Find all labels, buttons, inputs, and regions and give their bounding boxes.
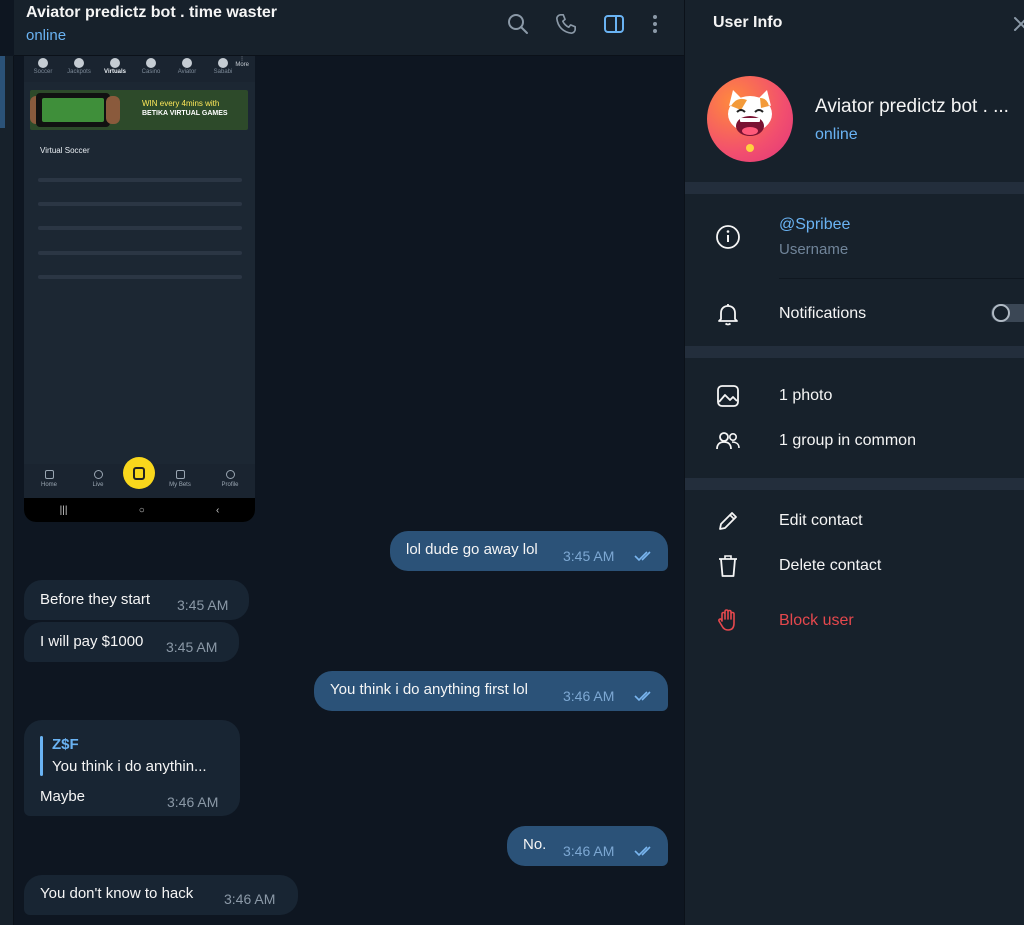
block-user-label: Block user <box>779 612 854 629</box>
user-info-panel: User Info Aviator predictz bot . ... onl… <box>684 0 1024 925</box>
chat-list-edge <box>0 56 14 925</box>
photo-icon <box>717 385 739 407</box>
info-icon <box>716 225 740 249</box>
photo-tab: Casino <box>132 56 170 82</box>
message-incoming-reply[interactable]: Z$F You think i do anythin... Maybe 3:46… <box>24 720 240 816</box>
chat-header[interactable]: Aviator predictz bot . time waster onlin… <box>14 0 684 56</box>
photo-top-tabs: Soccer Jackpots Virtuals Casino Aviator … <box>24 56 255 82</box>
cat-mascot-icon <box>728 90 772 152</box>
message-text: No. <box>523 836 547 853</box>
message-time: 3:46 AM <box>563 843 615 859</box>
photo-placeholder-line <box>38 226 242 230</box>
groups-in-common: 1 group in common <box>779 432 916 449</box>
close-icon[interactable] <box>1011 12 1024 36</box>
photo-message[interactable]: Soccer Jackpots Virtuals Casino Aviator … <box>24 56 255 522</box>
message-outgoing[interactable]: You think i do anything first lol 3:46 A… <box>314 671 668 711</box>
message-time: 3:46 AM <box>224 891 276 907</box>
notifications-toggle[interactable] <box>991 304 1024 322</box>
reply-quote-bar <box>40 736 43 776</box>
message-incoming[interactable]: I will pay $1000 3:45 AM <box>24 622 239 662</box>
sidebar-toggle-icon[interactable] <box>602 12 626 36</box>
profile-status: online <box>815 126 858 143</box>
photo-nav-item: Live <box>78 470 118 488</box>
message-time: 3:46 AM <box>167 794 219 810</box>
hand-graphic <box>106 96 120 124</box>
chat-area: Aviator predictz bot . time waster onlin… <box>0 0 684 925</box>
pencil-icon <box>719 512 737 530</box>
section-divider <box>685 346 1024 358</box>
message-time: 3:45 AM <box>177 597 229 613</box>
row-separator <box>779 278 1024 279</box>
photo-placeholder-line <box>38 202 242 206</box>
photo-tab: Soccer <box>24 56 62 82</box>
banner-text: WIN every 4mins with <box>142 99 220 108</box>
notifications-label: Notifications <box>779 305 867 322</box>
betslip-icon <box>123 457 155 489</box>
chat-list-edge-selection <box>0 56 5 128</box>
message-time: 3:45 AM <box>166 639 218 655</box>
username-value[interactable]: @Spribee <box>779 216 850 234</box>
photo-tab: Jackpots <box>60 56 98 82</box>
android-nav-bar: ||| ○ ‹ <box>24 498 255 522</box>
profile-name: Aviator predictz bot . ... <box>815 96 1009 117</box>
read-double-check-icon <box>634 846 651 857</box>
banner-text: BETIKA VIRTUAL GAMES <box>142 110 228 117</box>
pitch-graphic <box>42 98 104 122</box>
section-divider <box>685 182 1024 194</box>
section-divider <box>685 478 1024 490</box>
chat-title[interactable]: Aviator predictz bot . time waster <box>26 4 277 22</box>
back-icon: ‹ <box>216 504 220 516</box>
toggle-knob <box>992 304 1010 322</box>
bell-icon <box>718 304 738 326</box>
message-time: 3:46 AM <box>563 688 615 704</box>
trash-icon <box>719 555 737 577</box>
people-icon <box>716 432 740 450</box>
message-text: lol dude go away lol <box>406 541 538 558</box>
recents-icon: ||| <box>59 504 68 516</box>
read-double-check-icon <box>634 551 651 562</box>
message-outgoing[interactable]: No. 3:46 AM <box>507 826 668 866</box>
reply-author[interactable]: Z$F <box>52 736 79 753</box>
photo-placeholder-line <box>38 251 242 255</box>
search-icon[interactable] <box>506 12 530 36</box>
avatar[interactable] <box>707 76 793 162</box>
photo-banner: WIN every 4mins with BETIKA VIRTUAL GAME… <box>30 90 248 130</box>
read-double-check-icon <box>634 691 651 702</box>
home-circle-icon: ○ <box>138 504 145 516</box>
photo-tab: Virtuals <box>96 56 134 82</box>
photo-tab: Aviator <box>168 56 206 82</box>
message-outgoing[interactable]: lol dude go away lol 3:45 AM <box>390 531 668 571</box>
more-vertical-icon[interactable] <box>643 12 667 36</box>
message-text: You think i do anything first lol <box>330 681 528 698</box>
message-text: You don't know to hack <box>40 885 194 902</box>
username-caption: Username <box>779 241 849 258</box>
panel-title: User Info <box>713 14 783 31</box>
photo-placeholder-line <box>38 178 242 182</box>
edit-contact-label: Edit contact <box>779 512 863 529</box>
message-incoming[interactable]: Before they start 3:45 AM <box>24 580 249 620</box>
photo-more-tab: ⋮ More <box>235 56 249 68</box>
phone-icon[interactable] <box>554 12 578 36</box>
message-text: Before they start <box>40 591 151 608</box>
photos-count: 1 photo <box>779 387 833 404</box>
message-text: I will pay $1000 <box>40 633 144 650</box>
photo-nav-item: My Bets <box>160 470 200 488</box>
chat-status: online <box>26 27 67 44</box>
message-time: 3:45 AM <box>563 548 615 564</box>
photo-section-title: Virtual Soccer <box>40 146 90 155</box>
photo-nav-item: Profile <box>210 470 250 488</box>
reply-snippet[interactable]: You think i do anythin... <box>52 758 207 775</box>
photo-placeholder-line <box>38 275 242 279</box>
photo-nav-item: Home <box>29 470 69 488</box>
hand-stop-icon <box>718 609 735 631</box>
message-text: Maybe <box>40 788 86 805</box>
message-incoming[interactable]: You don't know to hack 3:46 AM <box>24 875 298 915</box>
delete-contact-label: Delete contact <box>779 557 882 574</box>
